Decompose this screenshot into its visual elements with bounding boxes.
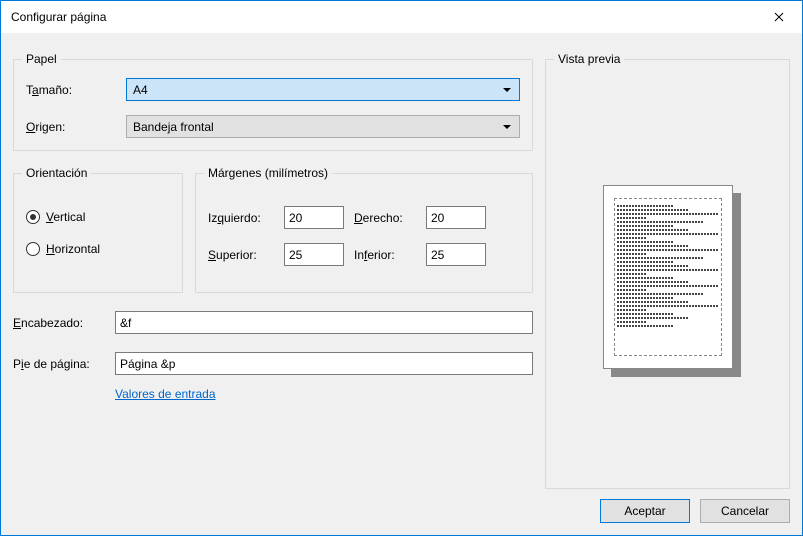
- orientation-legend: Orientación: [22, 166, 91, 180]
- preview-page: [603, 185, 733, 369]
- size-label: Tamaño:: [26, 83, 126, 97]
- paper-legend: Papel: [22, 52, 61, 66]
- orientation-horizontal-radio[interactable]: Horizontal: [26, 242, 170, 256]
- margin-top-input[interactable]: [284, 243, 344, 266]
- margin-bottom-label: Inferior:: [354, 248, 416, 262]
- margins-group: Márgenes (milímetros) Izquierdo: Derecho…: [195, 173, 533, 293]
- page-setup-dialog: Configurar página Papel Tamaño: A4: [0, 0, 803, 536]
- close-icon: [774, 12, 784, 22]
- margin-left-input[interactable]: [284, 206, 344, 229]
- margin-left-label: Izquierdo:: [208, 211, 274, 225]
- margin-right-label: Derecho:: [354, 211, 416, 225]
- titlebar: Configurar página: [1, 1, 802, 33]
- chevron-down-icon: [503, 88, 511, 92]
- header-input[interactable]: [115, 311, 533, 334]
- margin-bottom-input[interactable]: [426, 243, 486, 266]
- input-values-link[interactable]: Valores de entrada: [115, 387, 533, 401]
- radio-icon: [26, 210, 40, 224]
- size-value: A4: [133, 83, 148, 97]
- margins-legend: Márgenes (milímetros): [204, 166, 332, 180]
- source-select[interactable]: Bandeja frontal: [126, 115, 520, 138]
- footer-label: Pie de página:: [13, 357, 115, 371]
- preview-legend: Vista previa: [554, 52, 624, 66]
- margin-right-input[interactable]: [426, 206, 486, 229]
- chevron-down-icon: [503, 125, 511, 129]
- orientation-vertical-label: Vertical: [46, 210, 85, 224]
- orientation-horizontal-label: Horizontal: [46, 242, 100, 256]
- margin-top-label: Superior:: [208, 248, 274, 262]
- orientation-vertical-radio[interactable]: Vertical: [26, 210, 170, 224]
- footer-input[interactable]: [115, 352, 533, 375]
- paper-group: Papel Tamaño: A4 Origen: Bandeja frontal: [13, 59, 533, 151]
- header-label: Encabezado:: [13, 316, 115, 330]
- close-button[interactable]: [756, 1, 802, 33]
- source-value: Bandeja frontal: [133, 120, 214, 134]
- preview-group: Vista previa: [545, 59, 790, 489]
- cancel-button[interactable]: Cancelar: [700, 499, 790, 523]
- size-select[interactable]: A4: [126, 78, 520, 101]
- window-title: Configurar página: [11, 10, 106, 24]
- source-label: Origen:: [26, 120, 126, 134]
- radio-icon: [26, 242, 40, 256]
- ok-button[interactable]: Aceptar: [600, 499, 690, 523]
- orientation-group: Orientación Vertical Horizontal: [13, 173, 183, 293]
